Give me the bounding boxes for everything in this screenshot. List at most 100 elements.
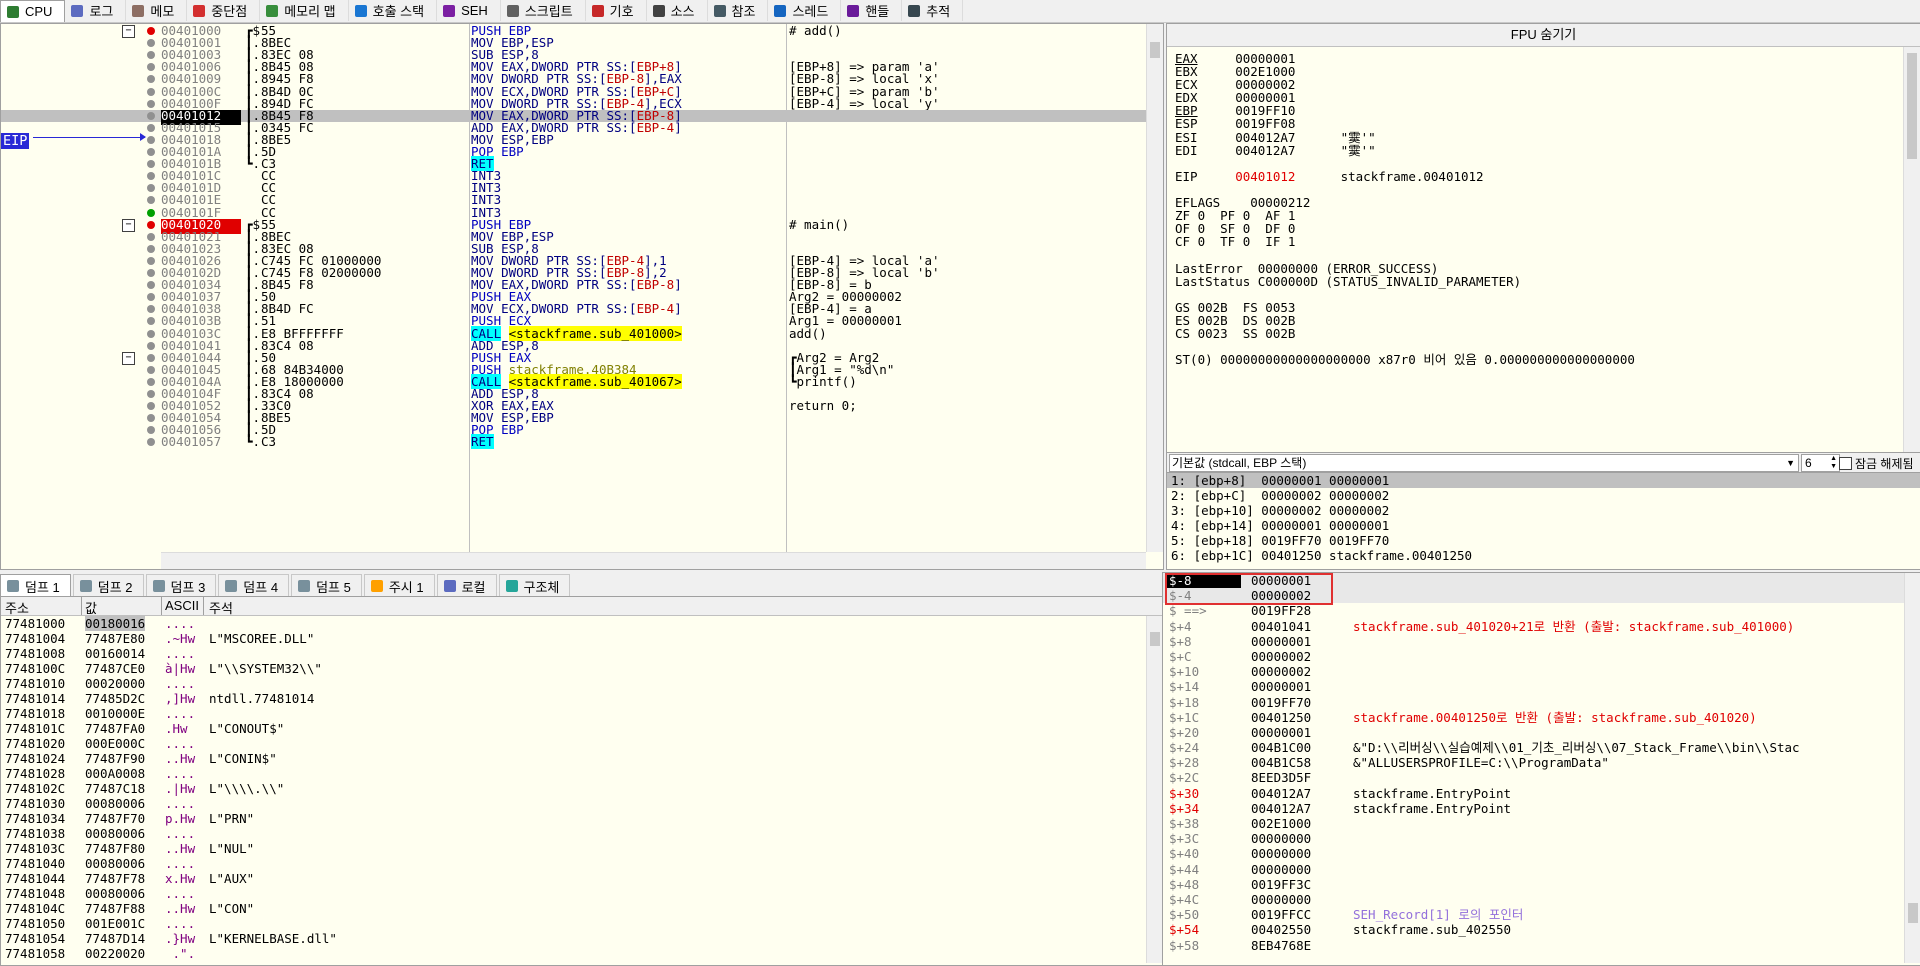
breakpoint-dot-icon[interactable] (147, 256, 155, 265)
breakpoint-dot-icon[interactable] (147, 63, 155, 72)
stack-row[interactable]: $+58 8EB4768E (1163, 938, 1920, 953)
breakpoint-dot-icon[interactable] (147, 51, 155, 60)
breakpoint-dot-icon[interactable] (147, 135, 155, 144)
stack-row[interactable]: $+C 00000002 (1163, 649, 1920, 664)
tab-source[interactable]: 소스 (647, 0, 708, 21)
dump-row[interactable]: 7748101C 77487FA0 .Hw L"CONOUT$" (1, 721, 1163, 736)
argument-row[interactable]: 2: [ebp+C] 00000002 00000002 (1167, 488, 1920, 503)
tab-seh[interactable]: SEH (437, 0, 501, 21)
register-line[interactable]: EIP 00401012 stackframe.00401012 (1175, 170, 1635, 183)
stack-view[interactable]: $-8 00000001 $-4 00000002 $ ==> 0019FF28 $+4 00… (1162, 572, 1920, 966)
tab-threads[interactable]: 스레드 (768, 0, 842, 21)
register-line[interactable] (1175, 248, 1635, 261)
dump-tab-4[interactable]: 덤프 4 (218, 574, 290, 597)
breakpoint-dot-icon[interactable] (147, 329, 155, 338)
dump-row[interactable]: 77481004 77487E80 .~Hw L"MSCOREE.DLL" (1, 631, 1163, 646)
stack-row[interactable]: $+2C 8EED3D5F (1163, 770, 1920, 785)
dump-row[interactable]: 77481040 00080006.... (1, 856, 1163, 871)
dump-row[interactable]: 77481028 000A0008.... (1, 766, 1163, 781)
collapse-icon[interactable]: − (122, 218, 135, 232)
tab-cpu[interactable]: CPU (0, 0, 66, 22)
collapse-icon[interactable]: − (122, 25, 135, 38)
column-header-value[interactable]: 값 (85, 598, 97, 617)
dump-row[interactable]: 77481030 00080006.... (1, 796, 1163, 811)
dump-row[interactable]: 77481044 77487F78 x.Hw L"AUX" (1, 871, 1163, 886)
dump-row[interactable]: 77481048 00080006.... (1, 886, 1163, 901)
dump-row[interactable]: 7748103C 77487F80 ..Hw L"NUL" (1, 841, 1163, 856)
dump-row[interactable]: 77481038 00080006.... (1, 826, 1163, 841)
gutter[interactable] (1, 436, 161, 451)
stack-row[interactable]: $+54 00402550 stackframe.sub_402550 (1163, 922, 1920, 937)
register-line[interactable]: ST(0) 00000000000000000000 x87r0 비어 있음 0… (1175, 353, 1635, 366)
breakpoint-dot-icon[interactable] (147, 317, 155, 326)
breakpoint-dot-icon[interactable] (147, 281, 155, 290)
stack-row[interactable]: $+18 0019FF70 (1163, 695, 1920, 710)
dump-row[interactable]: 7748100C 77487CE0 à|Hw L"\\SYSTEM32\\" (1, 661, 1163, 676)
tab-call-stack[interactable]: 호출 스택 (349, 0, 438, 21)
dump-view[interactable]: 주소 값 ASCII 주석 77481000 00180016.... 774810… (0, 596, 1164, 966)
dump-row[interactable]: 77481010 00020000.... (1, 676, 1163, 691)
breakpoint-dot-icon[interactable] (147, 341, 155, 350)
scroll-thumb[interactable] (1908, 903, 1918, 923)
breakpoint-dot-icon[interactable] (147, 269, 155, 277)
dump-row[interactable]: 77481034 77487F70 p.Hw L"PRN" (1, 811, 1163, 826)
dump-tab-5[interactable]: 덤프 5 (291, 574, 362, 597)
stack-row[interactable]: $+38 002E1000 (1163, 816, 1920, 831)
register-line[interactable]: CS 0023 SS 002B (1175, 327, 1635, 340)
breakpoint-dot-icon[interactable] (147, 365, 155, 374)
breakpoint-dot-icon[interactable] (147, 172, 155, 181)
breakpoint-dot-icon[interactable] (147, 111, 155, 120)
stack-row[interactable]: $+40 00000000 (1163, 846, 1920, 861)
stack-row[interactable]: $+48 0019FF3C (1163, 877, 1920, 892)
dump-tab-6[interactable]: 주시 1 (363, 574, 435, 597)
tab-trace[interactable]: 추적 (902, 0, 964, 21)
stack-scrollbar[interactable] (1904, 573, 1920, 963)
dump-tab-2[interactable]: 덤프 2 (72, 574, 144, 597)
breakpoint-dot-icon[interactable] (147, 293, 155, 302)
register-line[interactable]: GS 002B FS 0053 (1175, 301, 1635, 314)
disasm-hscrollbar[interactable] (161, 552, 1146, 569)
dump-row[interactable]: 77481000 00180016.... (1, 616, 1163, 631)
stack-row[interactable]: $+28 004B1C58 &"ALLUSERSPROFILE=C:\\Progra… (1163, 755, 1920, 770)
disasm-scrollbar[interactable] (1146, 24, 1163, 552)
dump-row[interactable]: 77481054 77487D14 .}Hw L"KERNELBASE.dll" (1, 931, 1163, 946)
register-line[interactable]: EDI 004012A7 "霙'" (1175, 144, 1635, 157)
tab-references[interactable]: 참조 (708, 0, 769, 21)
stack-row[interactable]: $+8 00000001 (1163, 634, 1920, 649)
register-line[interactable]: CF 0 TF 0 IF 1 (1175, 235, 1635, 248)
scroll-thumb[interactable] (1150, 632, 1160, 646)
dump-row[interactable]: 7748104C 77487F88 ..Hw L"CON" (1, 901, 1163, 916)
tab-symbols[interactable]: 기호 (586, 0, 647, 21)
stack-row[interactable]: $+30 004012A7 stackframe.EntryPoint (1163, 786, 1920, 801)
disasm-row[interactable]: 00401057 ┗. C3 RET (1, 434, 1146, 451)
dump-row[interactable]: 77481058 00220020 .". (1, 946, 1163, 961)
tab-script[interactable]: 스크립트 (501, 0, 586, 21)
tab-handles[interactable]: 핸들 (841, 0, 903, 21)
breakpoint-dot-icon[interactable] (147, 184, 155, 193)
stack-row[interactable]: $+44 00000000 (1163, 862, 1920, 877)
dump-scrollbar[interactable] (1146, 616, 1163, 963)
arg-count-stepper[interactable]: 6 ▲ ▼ (1801, 454, 1840, 472)
fpu-toggle-button[interactable]: FPU 숨기기 (1167, 24, 1920, 47)
register-line[interactable]: ESP 0019FF08 (1175, 117, 1635, 130)
argument-row[interactable]: 1: [ebp+8] 00000001 00000001 (1167, 473, 1920, 488)
stack-row[interactable]: $+10 00000002 (1163, 664, 1920, 679)
stack-row[interactable]: $+14 00000001 (1163, 679, 1920, 694)
breakpoint-dot-icon[interactable] (147, 87, 155, 96)
stack-row[interactable]: $+3C 00000000 (1163, 831, 1920, 846)
argument-row[interactable]: 5: [ebp+18] 0019FF70 0019FF70 (1167, 533, 1920, 548)
register-line[interactable]: ES 002B DS 002B (1175, 314, 1635, 327)
lock-checkbox[interactable] (1839, 457, 1852, 470)
registers-scrollbar[interactable] (1903, 47, 1920, 452)
register-line[interactable]: ESI 004012A7 "霙'" (1175, 131, 1635, 144)
dump-tab-7[interactable]: 로컬 (436, 574, 497, 597)
argument-row[interactable]: 3: [ebp+10] 00000002 00000002 (1167, 503, 1920, 518)
breakpoint-dot-icon[interactable] (147, 160, 155, 169)
dump-row[interactable]: 77481024 77487F90 ..Hw L"CONIN$" (1, 751, 1163, 766)
tab-log[interactable]: 로그 (65, 0, 127, 21)
dump-tab-1[interactable]: 덤프 1 (0, 574, 71, 597)
dump-row[interactable]: 77481018 0010000E.... (1, 706, 1163, 721)
breakpoint-dot-icon[interactable] (147, 438, 155, 447)
stack-row[interactable]: $ ==> 0019FF28 (1163, 603, 1920, 618)
scroll-thumb[interactable] (1907, 53, 1917, 159)
